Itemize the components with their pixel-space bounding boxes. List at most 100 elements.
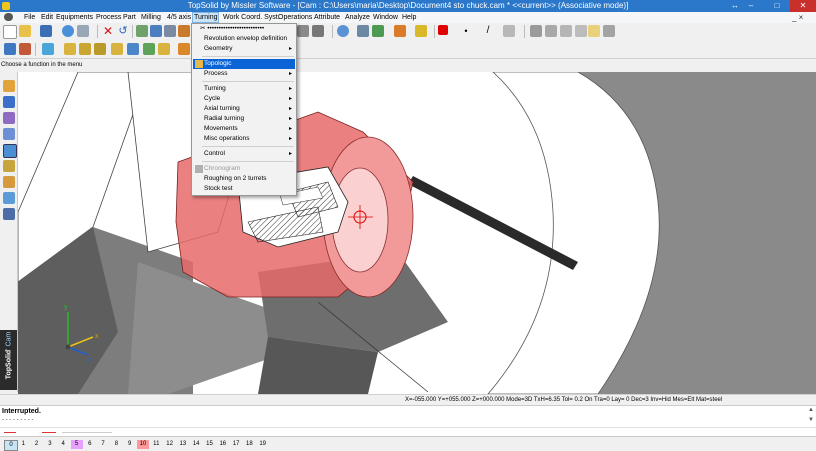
menu-attribute[interactable]: Attribute (313, 13, 341, 22)
cube-icon[interactable] (3, 96, 15, 108)
shape-icon[interactable] (3, 128, 15, 140)
layer-button[interactable]: 7 (97, 440, 109, 449)
minimize-button[interactable]: – (738, 0, 764, 12)
op-grooving-icon[interactable] (94, 43, 106, 55)
layer-button[interactable]: 10 (137, 440, 149, 449)
menu-item-movements[interactable]: Movements ▸ (193, 124, 295, 134)
pencil-icon[interactable] (3, 80, 15, 92)
menu-item-cycle[interactable]: Cycle ▸ (193, 94, 295, 104)
group-icon[interactable] (545, 25, 557, 37)
grid-icon[interactable] (560, 25, 572, 37)
filter-icon[interactable] (312, 25, 324, 37)
menu-4-5-axis[interactable]: 4/5 axis (166, 13, 192, 22)
hatch-icon[interactable] (503, 25, 515, 37)
layer-button[interactable]: 16 (217, 440, 229, 449)
menu-item-axial-turning[interactable]: Axial turning ▸ (193, 104, 295, 114)
menu-tear-off[interactable]: ✂ ••••••••••••••••••••••••• (193, 24, 295, 34)
undo-icon[interactable]: ↺ (117, 25, 129, 37)
op-roughing-icon[interactable] (64, 43, 76, 55)
draft-icon[interactable] (3, 176, 15, 188)
layer-button[interactable]: 15 (204, 440, 216, 449)
layer-button[interactable]: 1 (17, 440, 29, 449)
menu-window[interactable]: Window (372, 13, 399, 22)
open-folder-icon[interactable] (19, 25, 31, 37)
op-parting-icon[interactable] (143, 43, 155, 55)
scroll-up-icon[interactable]: ▲ (808, 407, 814, 413)
save-icon[interactable] (40, 25, 52, 37)
layer-button[interactable]: 11 (150, 440, 162, 449)
menu-item-stock-test[interactable]: Stock test (193, 184, 295, 194)
menu-turning[interactable]: Turning (192, 12, 220, 23)
cam-tool-icon[interactable] (150, 25, 162, 37)
turning-tool-icon[interactable] (4, 43, 16, 55)
assembly-icon[interactable] (3, 160, 15, 172)
menu-operations[interactable]: Operations (277, 13, 313, 22)
tool-library-icon[interactable] (3, 192, 15, 204)
menu-item-topologic[interactable]: Topologic (193, 59, 295, 69)
print-icon[interactable] (77, 25, 89, 37)
layer-button[interactable]: 9 (124, 440, 136, 449)
menu-item-process[interactable]: Process ▸ (193, 69, 295, 79)
chuck-icon[interactable] (164, 25, 176, 37)
color-swatch-icon[interactable] (438, 25, 448, 35)
close-button[interactable]: ✕ (790, 0, 816, 12)
op-finishing-icon[interactable] (79, 43, 91, 55)
menu-equipments[interactable]: Equipments (55, 13, 94, 22)
layer-button[interactable]: 12 (164, 440, 176, 449)
view-icon[interactable] (372, 25, 384, 37)
zoom-icon[interactable] (337, 25, 349, 37)
layer-button[interactable]: 4 (57, 440, 69, 449)
line-style-icon[interactable]: / (482, 25, 494, 37)
flag-icon[interactable] (19, 43, 31, 55)
document-icon[interactable] (4, 13, 13, 21)
render-icon[interactable] (394, 25, 406, 37)
document-note-icon[interactable] (588, 25, 600, 37)
layer-icon[interactable] (530, 25, 542, 37)
light-icon[interactable] (415, 25, 427, 37)
menu-item-roughing-2-turrets[interactable]: Roughing on 2 turrets (193, 174, 295, 184)
menu-work-coord-syst[interactable]: Work Coord. Syst. (222, 13, 281, 22)
layer-button[interactable]: 6 (84, 440, 96, 449)
layer-button[interactable]: 14 (190, 440, 202, 449)
menu-item-radial-turning[interactable]: Radial turning ▸ (193, 114, 295, 124)
layer-button[interactable]: 8 (110, 440, 122, 449)
scroll-down-icon[interactable]: ▼ (808, 417, 814, 423)
menu-analyze[interactable]: Analyze (344, 13, 371, 22)
menu-item-misc-operations[interactable]: Misc operations ▸ (193, 134, 295, 144)
fire-icon[interactable] (178, 25, 190, 37)
layer-button[interactable]: 19 (257, 440, 269, 449)
menu-milling[interactable]: Milling (140, 13, 162, 22)
op-drilling-icon[interactable] (127, 43, 139, 55)
stock-icon[interactable] (42, 43, 54, 55)
op-threading-icon[interactable] (111, 43, 123, 55)
menu-item-revolution-envelop[interactable]: Revolution envelop definition (193, 34, 295, 44)
graphics-viewport[interactable]: y x z (18, 72, 816, 394)
menu-item-geometry[interactable]: Geometry ▸ (193, 44, 295, 54)
delete-icon[interactable]: ✕ (102, 25, 114, 37)
menu-item-turning[interactable]: Turning ▸ (193, 84, 295, 94)
info-icon[interactable] (62, 25, 74, 37)
layer-button[interactable]: 18 (243, 440, 255, 449)
tools-icon[interactable] (603, 25, 615, 37)
menu-edit[interactable]: Edit (40, 13, 54, 22)
menu-item-control[interactable]: Control ▸ (193, 149, 295, 159)
copy-icon[interactable] (136, 25, 148, 37)
menu-file[interactable]: File (23, 13, 36, 22)
pointer-icon[interactable] (297, 25, 309, 37)
layer-button[interactable]: 5 (70, 440, 83, 449)
layer-button[interactable]: 13 (177, 440, 189, 449)
zoom-window-icon[interactable] (357, 25, 369, 37)
op-boring-icon[interactable] (158, 43, 170, 55)
layer-button[interactable]: 3 (44, 440, 56, 449)
cam-mode-icon[interactable] (3, 144, 17, 158)
point-style-icon[interactable]: • (460, 25, 472, 37)
maximize-button[interactable]: □ (764, 0, 790, 12)
menu-process[interactable]: Process (95, 13, 122, 22)
mdi-controls[interactable]: _ × (792, 13, 803, 22)
machine-icon[interactable] (3, 208, 15, 220)
op-simulate-icon[interactable] (178, 43, 190, 55)
table-icon[interactable] (575, 25, 587, 37)
surface-icon[interactable] (3, 112, 15, 124)
layer-button[interactable]: 0 (4, 440, 18, 451)
layer-button[interactable]: 2 (31, 440, 43, 449)
